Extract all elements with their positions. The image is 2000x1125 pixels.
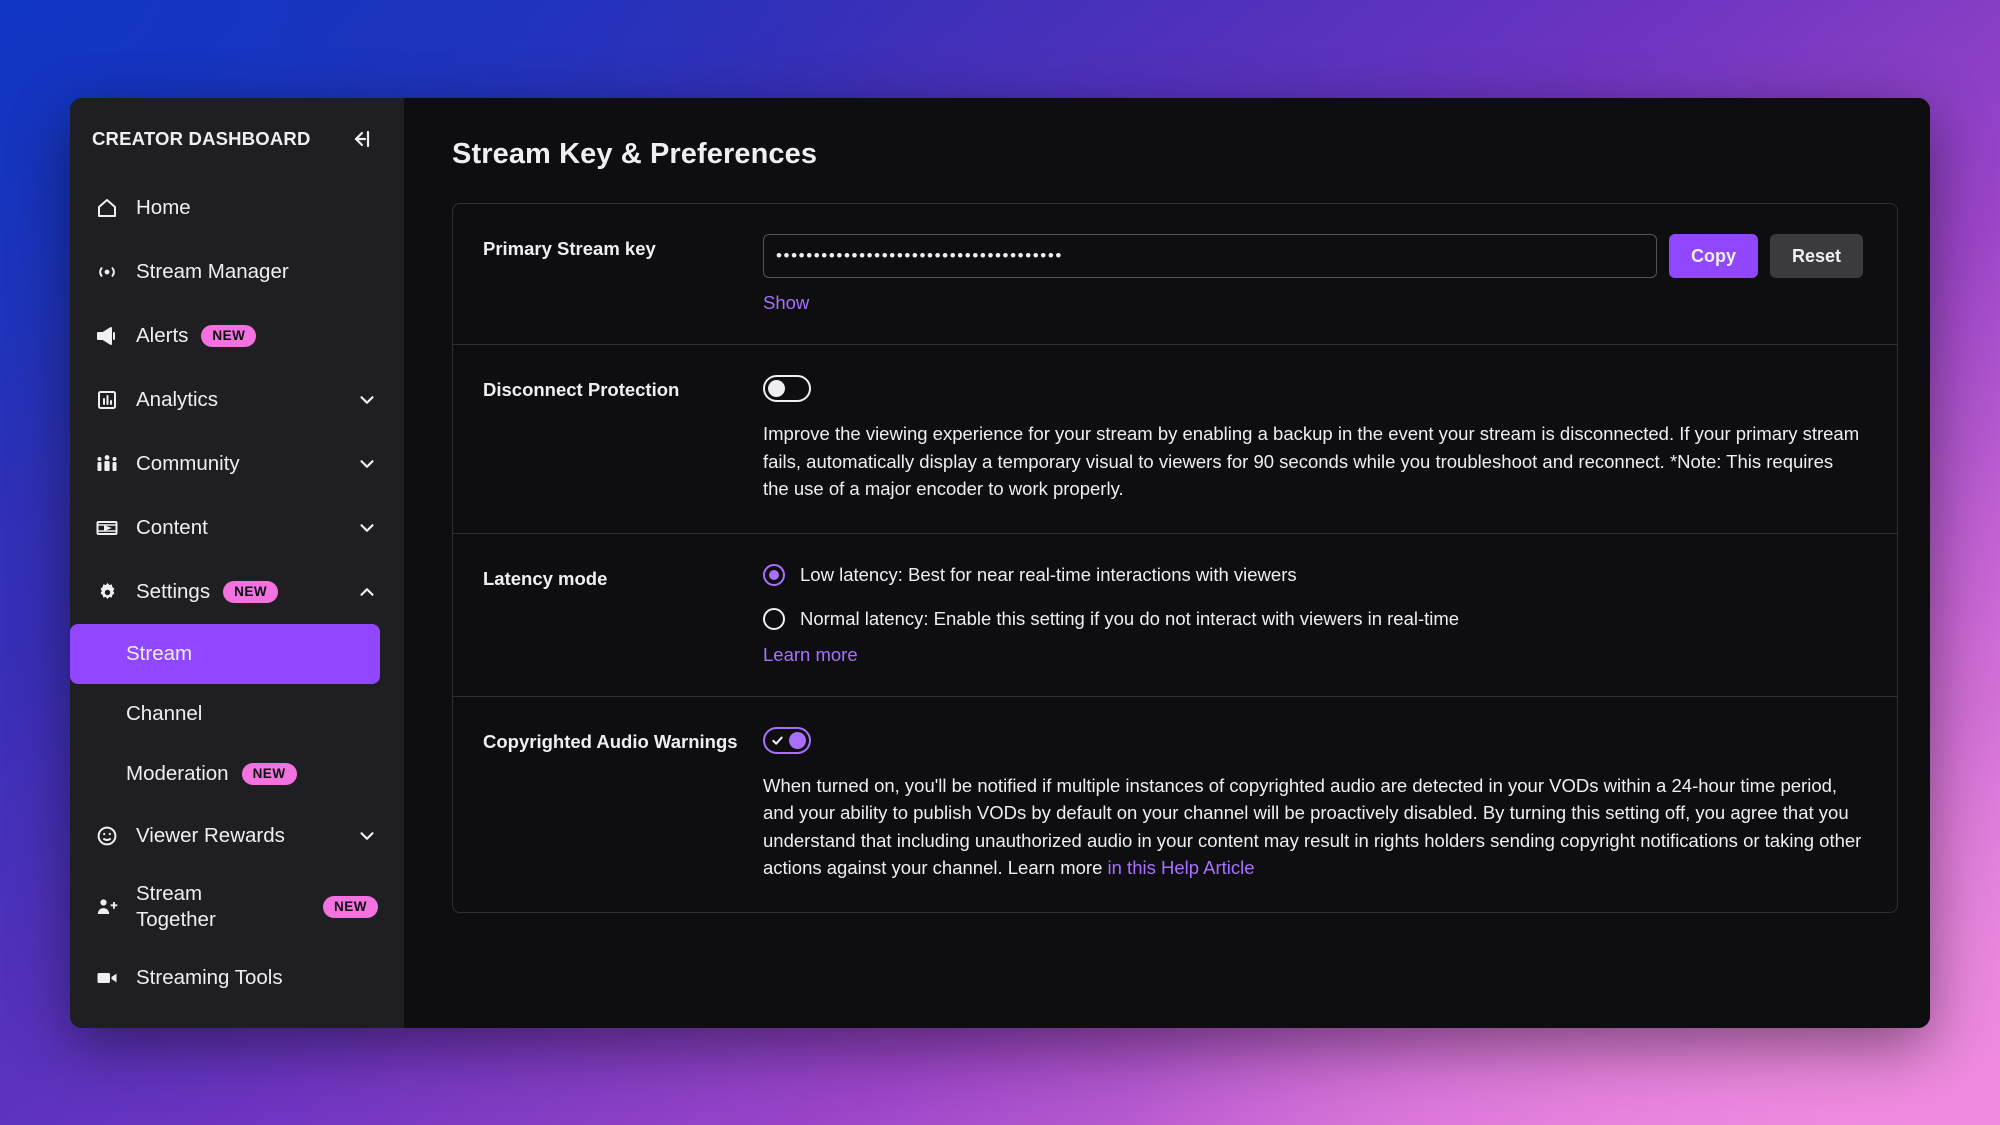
sidebar-item-analytics[interactable]: Analytics xyxy=(70,368,404,432)
video-frame-icon xyxy=(92,516,122,540)
video-camera-icon xyxy=(92,966,122,990)
sidebar-item-label: Settings xyxy=(136,579,211,603)
radio-button[interactable] xyxy=(763,607,785,630)
sidebar-item-label: Stream Manager xyxy=(136,259,289,283)
stream-key-label: Primary Stream key xyxy=(483,238,656,259)
status-badge: NEW xyxy=(201,325,257,347)
stream-key-input[interactable]: •••••••••••••••••••••••••••••••••••••• xyxy=(763,234,1657,278)
latency-option-label: Normal latency: Enable this setting if y… xyxy=(800,607,1460,629)
chevron-down-icon[interactable] xyxy=(356,517,378,539)
help-article-link[interactable]: in this Help Article xyxy=(1108,854,1255,882)
toggle-knob xyxy=(768,380,785,397)
sidebar-item-label: Stream Together xyxy=(136,881,216,931)
sidebar-item-stream[interactable]: Stream xyxy=(70,624,380,684)
collapse-left-icon[interactable] xyxy=(346,124,376,154)
disconnect-protection-row: Disconnect Protection Improve the viewin… xyxy=(453,345,1897,534)
sidebar-item-label: Community xyxy=(136,451,240,475)
sidebar-item-moderation[interactable]: Moderation NEW xyxy=(70,744,380,804)
megaphone-icon xyxy=(92,324,122,348)
main-content: Stream Key & Preferences Primary Stream … xyxy=(404,98,1930,1028)
sidebar-item-label: Analytics xyxy=(136,387,219,411)
status-badge: NEW xyxy=(223,581,279,603)
show-stream-key-link[interactable]: Show xyxy=(763,292,809,314)
chevron-down-icon[interactable] xyxy=(356,389,378,411)
chevron-up-icon[interactable] xyxy=(356,581,378,603)
toggle-knob xyxy=(789,731,806,749)
copy-button[interactable]: Copy xyxy=(1668,234,1758,278)
latency-mode-row: Latency mode Low latency: Best for near … xyxy=(453,534,1897,697)
sidebar-item-label: Streaming Tools xyxy=(136,965,283,989)
add-person-icon xyxy=(92,895,122,919)
sidebar-item-label: Viewer Rewards xyxy=(136,823,285,847)
page-title: Stream Key & Preferences xyxy=(452,138,818,170)
stream-preferences-panel: Primary Stream key •••••••••••••••••••••… xyxy=(452,203,1898,913)
sidebar-item-home[interactable]: Home xyxy=(70,176,404,240)
sidebar-subitem-label: Moderation xyxy=(126,761,229,785)
copyrighted-audio-row: Copyrighted Audio Warnings When turned o… xyxy=(453,697,1897,912)
sidebar-subitem-label: Channel xyxy=(126,701,203,725)
sidebar-item-community[interactable]: Community xyxy=(70,432,404,496)
sidebar-item-viewer-rewards[interactable]: Viewer Rewards xyxy=(70,804,404,868)
disconnect-protection-label: Disconnect Protection xyxy=(483,379,680,400)
gear-icon xyxy=(92,580,122,605)
chevron-down-icon[interactable] xyxy=(356,825,378,847)
bar-chart-icon xyxy=(92,388,122,412)
latency-option-normal[interactable]: Normal latency: Enable this setting if y… xyxy=(763,607,1863,630)
sidebar-item-channel[interactable]: Channel xyxy=(70,684,380,744)
chevron-down-icon[interactable] xyxy=(356,453,378,475)
latency-mode-label: Latency mode xyxy=(483,567,608,589)
sidebar-item-label: Content xyxy=(136,515,208,539)
copyrighted-audio-description-text: When turned on, you'll be notified if mu… xyxy=(763,774,1862,879)
disconnect-protection-description: Improve the viewing experience for your … xyxy=(763,423,1860,500)
status-badge: NEW xyxy=(323,896,378,918)
check-icon xyxy=(771,734,784,747)
sidebar-item-streaming-tools[interactable]: Streaming Tools xyxy=(70,946,404,1010)
stream-key-row: Primary Stream key •••••••••••••••••••••… xyxy=(453,204,1897,345)
sidebar-item-stream-together[interactable]: Stream Together NEW xyxy=(70,868,404,946)
status-badge: NEW xyxy=(241,763,297,785)
latency-learn-more-link[interactable]: Learn more xyxy=(763,644,858,666)
latency-option-label: Low latency: Best for near real-time int… xyxy=(800,563,1297,585)
sidebar-item-alerts[interactable]: Alerts NEW xyxy=(70,304,404,368)
sidebar-item-content[interactable]: Content xyxy=(70,496,404,560)
copyrighted-audio-toggle[interactable] xyxy=(763,726,811,754)
reset-button[interactable]: Reset xyxy=(1769,234,1863,278)
sidebar-title: CREATOR DASHBOARD xyxy=(92,128,311,149)
creator-dashboard-window: CREATOR DASHBOARD Home Stream Manager Al… xyxy=(70,98,1930,1028)
sidebar-item-stream-manager[interactable]: Stream Manager xyxy=(70,240,404,304)
sidebar-nav: Home Stream Manager Alerts NEW Analytics… xyxy=(70,176,404,1010)
sidebar-item-label: Alerts xyxy=(136,323,189,347)
sidebar-header: CREATOR DASHBOARD xyxy=(70,116,404,162)
sidebar: CREATOR DASHBOARD Home Stream Manager Al… xyxy=(70,98,404,1028)
people-icon xyxy=(92,452,122,476)
copyrighted-audio-label: Copyrighted Audio Warnings xyxy=(483,730,738,752)
latency-option-low[interactable]: Low latency: Best for near real-time int… xyxy=(763,563,1863,586)
sidebar-subitem-label: Stream xyxy=(126,641,193,665)
disconnect-protection-toggle[interactable] xyxy=(763,375,811,402)
sidebar-item-settings[interactable]: Settings NEW xyxy=(70,560,404,624)
sidebar-item-label: Home xyxy=(136,195,191,219)
copyrighted-audio-description: When turned on, you'll be notified if mu… xyxy=(763,772,1863,882)
home-icon xyxy=(92,196,122,220)
broadcast-icon xyxy=(92,260,122,284)
smiley-icon xyxy=(92,824,122,848)
radio-button-selected[interactable] xyxy=(763,563,785,586)
